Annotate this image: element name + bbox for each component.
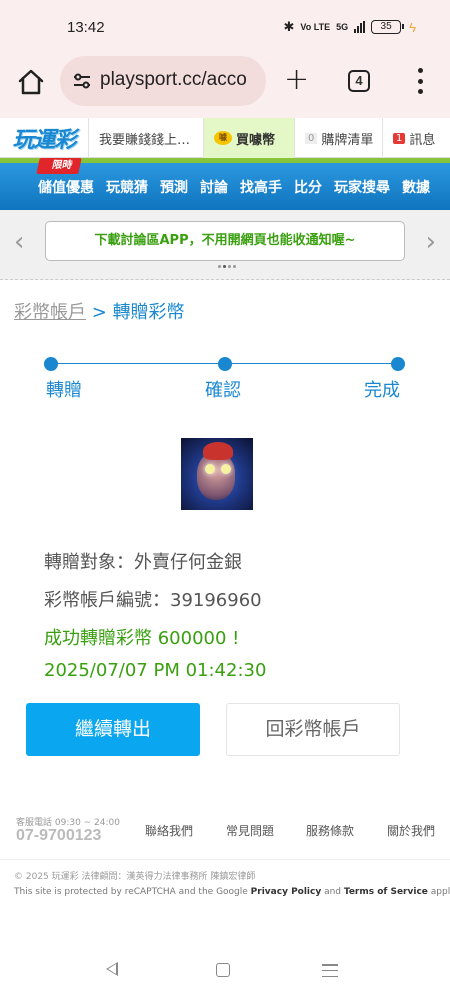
recent-apps-icon[interactable] [322,964,338,977]
home-icon[interactable] [16,67,46,97]
breadcrumb-current: 轉贈彩幣 [112,302,185,323]
recipient-avatar [181,438,253,510]
app-download-banner[interactable]: 下載討論區APP，不用開網頁也能收通知喔~ [45,221,405,261]
coin-icon: 噱 [214,131,232,145]
footer-link-faq[interactable]: 常見問題 [226,822,274,839]
messages-label: 訊息 [409,132,436,148]
system-navigation-bar [0,950,450,1000]
transfer-datetime: 2025/07/07 PM 01:42:30 [44,660,267,681]
progress-steps: 轉贈 確認 完成 [0,350,450,410]
step-dot-transfer [44,357,58,371]
site-logo[interactable]: 玩運彩 [0,118,88,158]
chevron-left-icon[interactable]: ‹ [14,227,24,257]
breadcrumb-separator: > [91,302,107,323]
step-label-transfer: 轉贈 [46,380,82,401]
messages-link[interactable]: 1 訊息 [382,118,450,158]
more-menu-icon[interactable] [416,68,424,94]
footer-link-about[interactable]: 關於我們 [387,822,435,839]
limited-time-tag: 限時 [36,158,82,174]
status-time: 13:42 [67,19,105,36]
new-tab-icon[interactable]: + [284,62,309,97]
recaptcha-suffix: apply. [430,887,450,897]
back-to-coin-account-button[interactable]: 回彩幣帳戶 [226,703,400,756]
carousel-dots [218,265,236,268]
browser-toolbar: playsport.cc/acco + 4 [0,56,450,118]
nav-item-forum[interactable]: 討論 [200,177,228,197]
cart-label: 購牌清單 [321,132,374,148]
nav-item-scores[interactable]: 比分 [294,177,322,197]
site-settings-icon[interactable] [72,71,92,91]
footer-links-bar: 客服電話 09:30 ~ 24:00 07-9700123 聯絡我們 常見問題 … [0,808,450,860]
recaptcha-prefix: This site is protected by reCAPTCHA and … [14,887,251,897]
status-icons: ✱ Vo LTE 5G 35 ϟ [284,19,416,35]
buy-coin-link[interactable]: 噱 買噱幣 [203,118,294,158]
copyright-text: © 2025 玩運彩 法律顧問：漢英得力法律事務所 陳鎮宏律師 [14,872,256,882]
nav-item-data[interactable]: 數據 [402,177,430,197]
chevron-right-icon[interactable]: › [426,227,436,257]
earn-link[interactable]: 我要賺錢錢上… [88,118,203,158]
cart-count-badge: 0 [305,132,318,144]
privacy-policy-link[interactable]: Privacy Policy [251,887,322,897]
address-bar[interactable]: playsport.cc/acco [60,56,266,106]
transfer-success-message: 成功轉贈彩幣 600000 ! [44,628,240,649]
nav-item-predict[interactable]: 預測 [160,177,188,197]
back-icon[interactable] [106,962,118,976]
footer-link-terms[interactable]: 服務條款 [306,822,354,839]
step-label-complete: 完成 [364,380,400,401]
coin-account-number: 彩幣帳戶編號：39196960 [44,590,262,611]
tab-switcher-button[interactable]: 4 [348,70,370,92]
site-top-bar: 玩運彩 我要賺錢錢上… 噱 買噱幣 0 購牌清單 1 訊息 [0,118,450,158]
cart-link[interactable]: 0 購牌清單 [294,118,382,158]
charging-icon: ϟ [409,19,416,35]
signal-icon [354,21,366,33]
volte-icon: Vo LTE [300,21,331,32]
message-count-badge: 1 [393,132,406,144]
footer-link-contact[interactable]: 聯絡我們 [145,822,193,839]
url-text[interactable]: playsport.cc/acco [100,69,247,91]
recaptcha-notice: This site is protected by reCAPTCHA and … [14,887,450,897]
battery-icon: 35 [371,20,405,34]
nav-item-player-search[interactable]: 玩家搜尋 [334,177,390,197]
step-label-confirm: 確認 [205,380,241,401]
breadcrumb: 彩幣帳戶 > 轉贈彩幣 [14,298,185,324]
buy-coin-label: 買噱幣 [236,132,276,148]
nav-item-guess[interactable]: 玩競猜 [106,177,148,197]
step-dot-confirm [218,357,232,371]
nav-item-topup[interactable]: 儲值優惠 [38,177,94,197]
home-square-icon[interactable] [216,963,230,977]
terms-of-service-link[interactable]: Terms of Service [344,887,428,897]
nav-item-experts[interactable]: 找高手 [240,177,282,197]
network-type: 5G [336,21,349,32]
customer-service-phone[interactable]: 07-9700123 [16,827,101,845]
transfer-target: 轉贈對象：外賣仔何金銀 [44,552,242,573]
step-dot-complete [391,357,405,371]
bluetooth-icon: ✱ [283,19,295,34]
continue-transfer-button[interactable]: 繼續轉出 [26,703,200,756]
status-bar: 13:42 ✱ Vo LTE 5G 35 ϟ [0,0,450,56]
recaptcha-and: and [321,887,344,897]
breadcrumb-coin-account-link[interactable]: 彩幣帳戶 [14,302,86,323]
banner-carousel: ‹ 下載討論區APP，不用開網頁也能收通知喔~ › [0,210,450,280]
